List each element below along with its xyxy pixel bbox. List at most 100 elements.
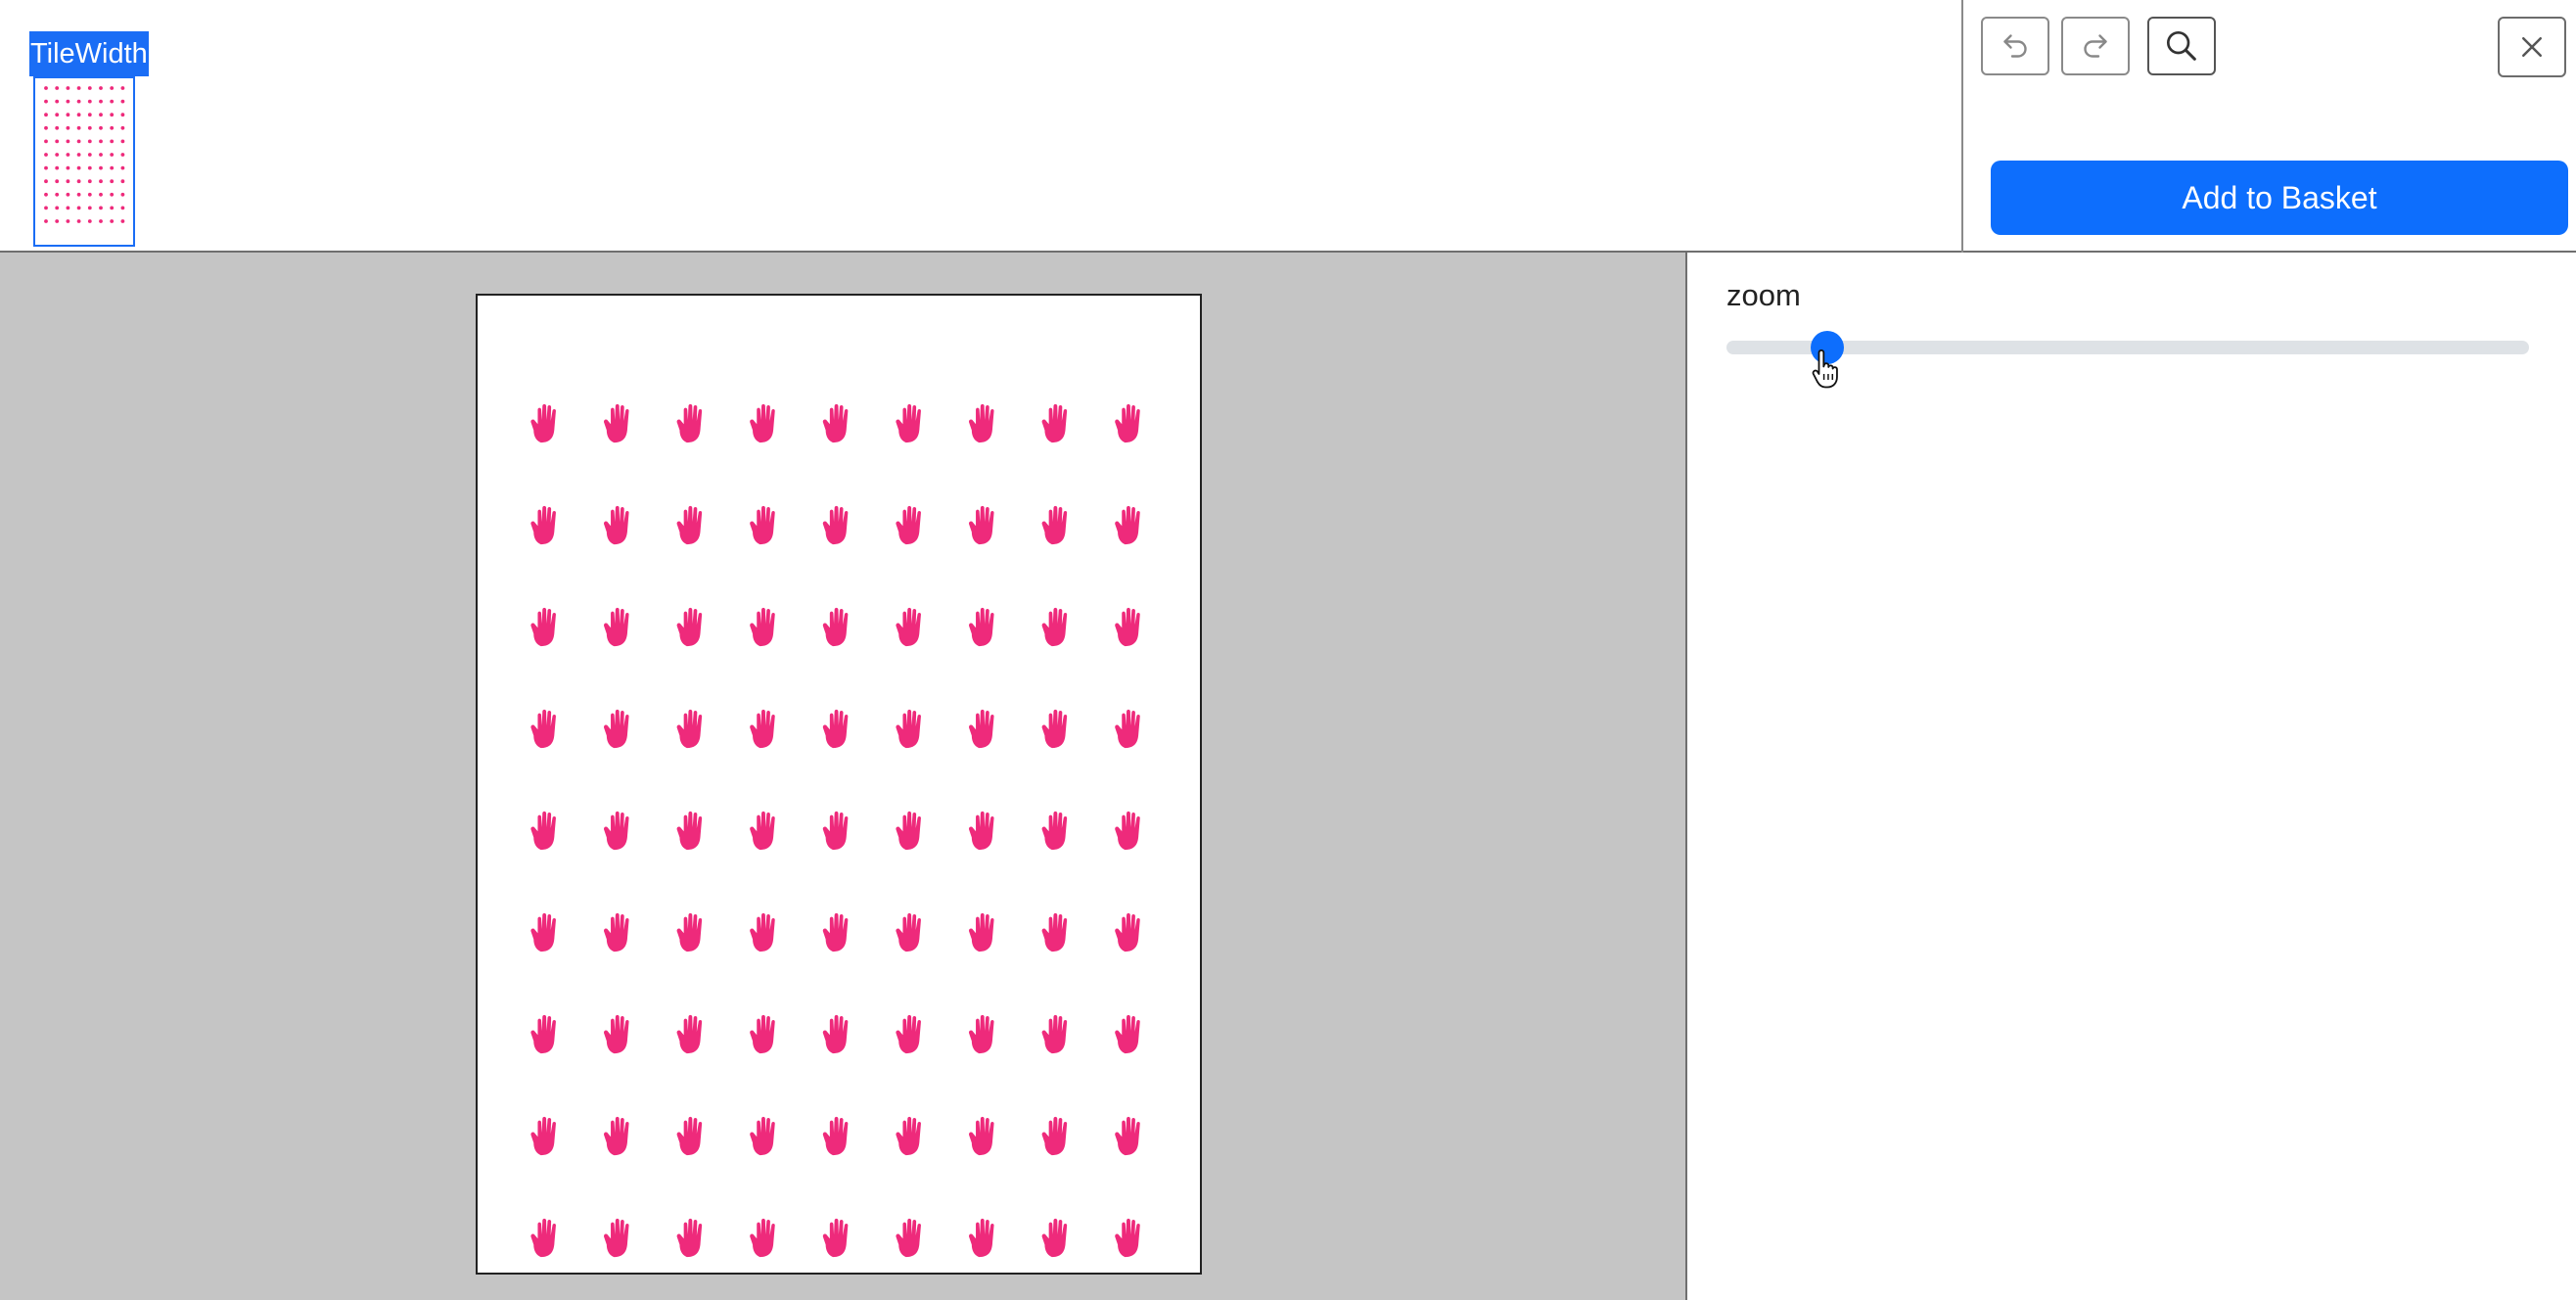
thumbnail-dot [99, 153, 103, 157]
search-button[interactable] [2147, 17, 2216, 75]
close-icon [2522, 37, 2542, 57]
thumbnail-dot [66, 179, 70, 184]
thumbnail-dot [99, 165, 103, 170]
thumbnail-dot [55, 99, 60, 104]
hand-icon [896, 912, 921, 952]
redo-button[interactable] [2061, 17, 2130, 75]
hand-icon [676, 709, 703, 749]
tile-width-label[interactable]: TileWidth [29, 31, 149, 76]
thumbnail-dot [76, 179, 81, 184]
tile-thumbnail-pattern [44, 86, 125, 223]
thumbnail-dot [55, 86, 60, 90]
hand-icon [1115, 709, 1140, 749]
thumbnail-dot [76, 86, 81, 90]
thumbnail-dot [110, 139, 115, 144]
close-button[interactable] [2498, 17, 2566, 77]
thumbnail-dot [110, 192, 115, 197]
hand-icon [822, 709, 849, 749]
hand-icon [1115, 912, 1140, 952]
hand-icon [603, 403, 629, 443]
hand-icon [603, 709, 629, 749]
hand-icon [1115, 607, 1140, 647]
hand-icon [676, 1218, 703, 1258]
thumbnail-dot [120, 219, 125, 223]
hand-icon [896, 811, 921, 851]
hand-icon [1041, 505, 1068, 545]
hand-icon [750, 709, 775, 749]
thumbnail-dot [44, 206, 48, 210]
thumbnail-dot [76, 165, 81, 170]
hand-icon [1115, 1116, 1140, 1156]
thumbnail-dot [110, 219, 115, 223]
hand-icon [750, 1014, 775, 1054]
hand-icon [1041, 709, 1068, 749]
thumbnail-dot [55, 153, 60, 157]
thumbnail-dot [87, 153, 92, 157]
hand-icon [968, 1116, 994, 1156]
hand-icon [896, 505, 921, 545]
thumbnail-dot [99, 125, 103, 130]
thumbnail-dot [110, 206, 115, 210]
thumbnail-dot [110, 153, 115, 157]
thumbnail-dot [76, 113, 81, 117]
thumbnail-dot [87, 125, 92, 130]
hand-icon [968, 1218, 994, 1258]
hand-icon [750, 1218, 775, 1258]
tile-panel[interactable]: TileWidth [29, 31, 149, 247]
hand-icon [530, 1218, 556, 1258]
thumbnail-dot [87, 165, 92, 170]
thumbnail-dot [87, 113, 92, 117]
thumbnail-dot [120, 139, 125, 144]
thumbnail-dot [76, 125, 81, 130]
hand-icon [822, 1116, 849, 1156]
tile-thumbnail[interactable] [33, 76, 135, 247]
thumbnail-dot [120, 99, 125, 104]
thumbnail-dot [44, 113, 48, 117]
thumbnail-dot [99, 179, 103, 184]
thumbnail-dot [66, 125, 70, 130]
thumbnail-dot [55, 219, 60, 223]
hand-icon [968, 709, 994, 749]
hand-icon [750, 607, 775, 647]
thumbnail-dot [87, 192, 92, 197]
thumbnail-dot [44, 179, 48, 184]
side-panel: zoom [1689, 253, 2576, 1300]
hand-icon [530, 912, 556, 952]
hand-icon [676, 1014, 703, 1054]
hand-icon [822, 607, 849, 647]
zoom-slider-thumb[interactable] [1811, 331, 1845, 364]
thumbnail-dot [99, 99, 103, 104]
hand-icon [676, 607, 703, 647]
thumbnail-dot [55, 165, 60, 170]
hand-icon [676, 811, 703, 851]
hand-icon [1115, 811, 1140, 851]
hand-icon [1041, 811, 1068, 851]
thumbnail-dot [76, 153, 81, 157]
hand-icon [750, 1116, 775, 1156]
thumbnail-dot [99, 219, 103, 223]
hand-icon [822, 811, 849, 851]
hand-icon [968, 607, 994, 647]
zoom-slider[interactable] [1726, 331, 2529, 364]
hand-icon [1041, 1218, 1068, 1258]
thumbnail-dot [44, 139, 48, 144]
undo-button[interactable] [1981, 17, 2049, 75]
thumbnail-dot [99, 206, 103, 210]
hand-icon [896, 1014, 921, 1054]
hand-icon [968, 912, 994, 952]
hand-icon [968, 811, 994, 851]
thumbnail-dot [55, 139, 60, 144]
hand-icon [676, 912, 703, 952]
hand-icon [822, 403, 849, 443]
thumbnail-dot [110, 179, 115, 184]
thumbnail-dot [99, 86, 103, 90]
hand-icon [1115, 1014, 1140, 1054]
thumbnail-dot [87, 86, 92, 90]
add-to-basket-button[interactable]: Add to Basket [1991, 161, 2568, 235]
design-canvas[interactable] [476, 294, 1202, 1275]
canvas-area[interactable] [0, 253, 1687, 1300]
thumbnail-dot [66, 139, 70, 144]
hand-icon [1041, 607, 1068, 647]
thumbnail-dot [76, 192, 81, 197]
hand-icon [822, 1218, 849, 1258]
